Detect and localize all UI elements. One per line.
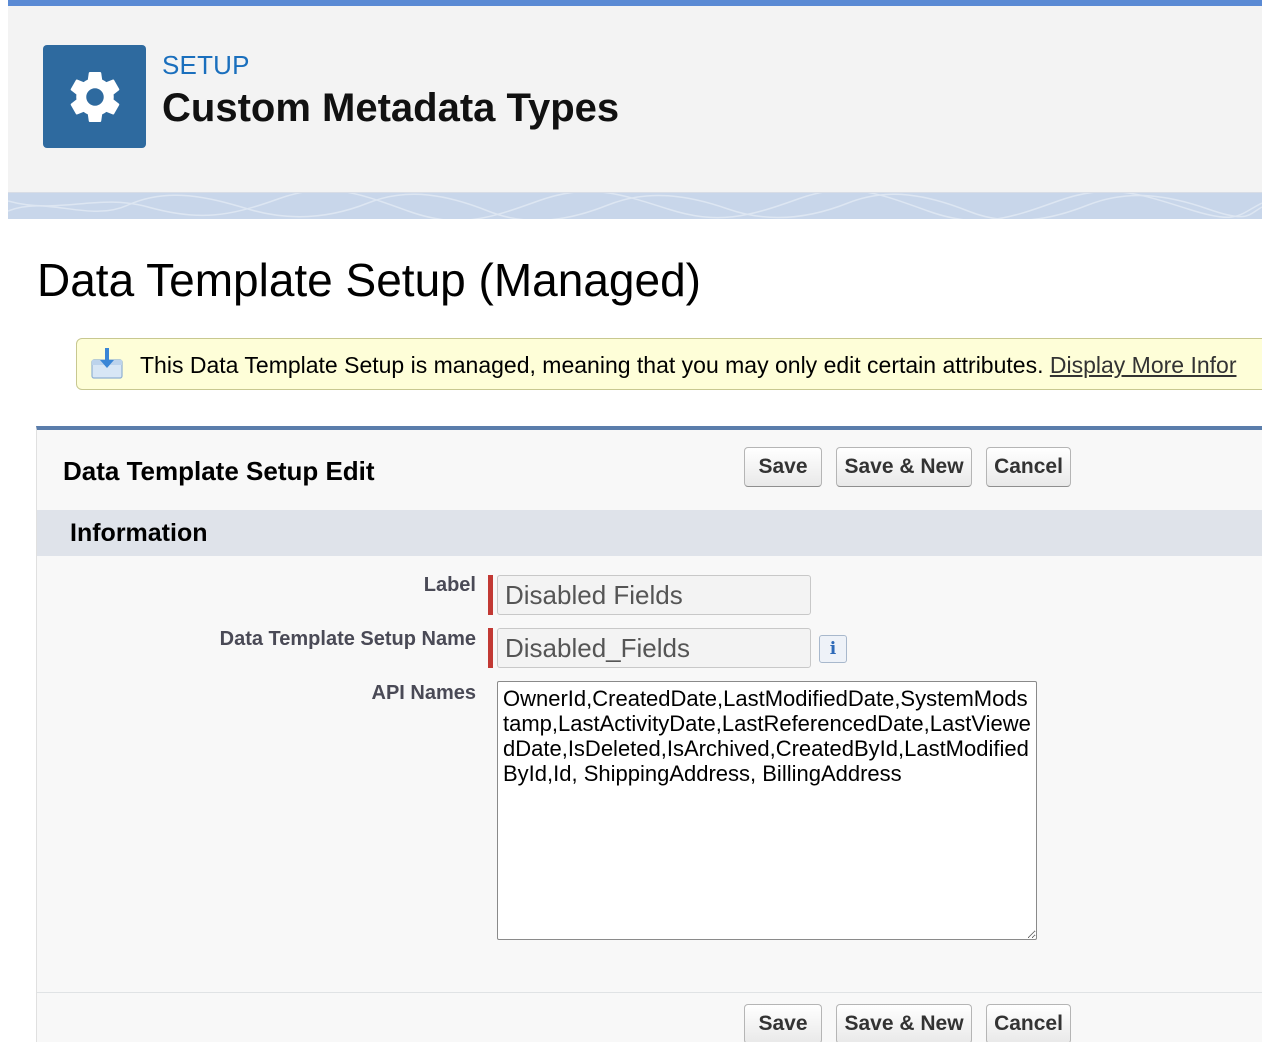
information-section-header: Information <box>37 510 1262 556</box>
name-input[interactable] <box>497 628 811 668</box>
information-section-title: Information <box>70 519 208 547</box>
edit-panel-title: Data Template Setup Edit <box>63 456 375 486</box>
setup-header: SETUP Custom Metadata Types <box>8 6 1262 193</box>
edit-panel-header: Data Template Setup Edit Save Save & New… <box>37 430 1262 511</box>
name-required-indicator <box>488 628 493 668</box>
save-button-bottom[interactable]: Save <box>744 1004 822 1042</box>
save-button-top[interactable]: Save <box>744 447 822 487</box>
display-more-info-link[interactable]: Display More Infor <box>1050 352 1237 378</box>
label-input[interactable] <box>497 575 811 615</box>
api-names-field-label: API Names <box>371 682 477 704</box>
cancel-button-bottom[interactable]: Cancel <box>986 1004 1071 1042</box>
setup-page: SETUP Custom Metadata Types Data Templat… <box>8 0 1262 1042</box>
band-pattern <box>8 193 1262 219</box>
cancel-button-top[interactable]: Cancel <box>986 447 1071 487</box>
edit-panel: Data Template Setup Edit Save Save & New… <box>36 426 1262 1042</box>
info-icon[interactable]: i <box>819 635 847 663</box>
save-new-button-bottom[interactable]: Save & New <box>836 1004 972 1042</box>
label-field-label: Label <box>423 574 476 596</box>
gear-icon <box>70 71 119 122</box>
notice-text: This Data Template Setup is managed, mea… <box>140 352 1236 379</box>
save-new-button-top[interactable]: Save & New <box>836 447 972 487</box>
main-content: Data Template Setup (Managed) This Data … <box>8 219 1262 1042</box>
setup-icon-tile <box>43 45 146 148</box>
name-field-label: Data Template Setup Name <box>219 628 476 650</box>
label-required-indicator <box>488 575 493 615</box>
edit-panel-footer-divider <box>37 992 1262 993</box>
notice-message: This Data Template Setup is managed, mea… <box>140 352 1044 378</box>
decorative-band <box>8 193 1262 219</box>
setup-title: Custom Metadata Types <box>162 86 620 130</box>
managed-package-icon <box>91 348 123 379</box>
managed-notice: This Data Template Setup is managed, mea… <box>76 338 1262 390</box>
setup-eyebrow: SETUP <box>162 50 250 80</box>
page-title: Data Template Setup (Managed) <box>37 254 701 306</box>
api-names-textarea[interactable]: OwnerId,CreatedDate,LastModifiedDate,Sys… <box>497 681 1037 940</box>
